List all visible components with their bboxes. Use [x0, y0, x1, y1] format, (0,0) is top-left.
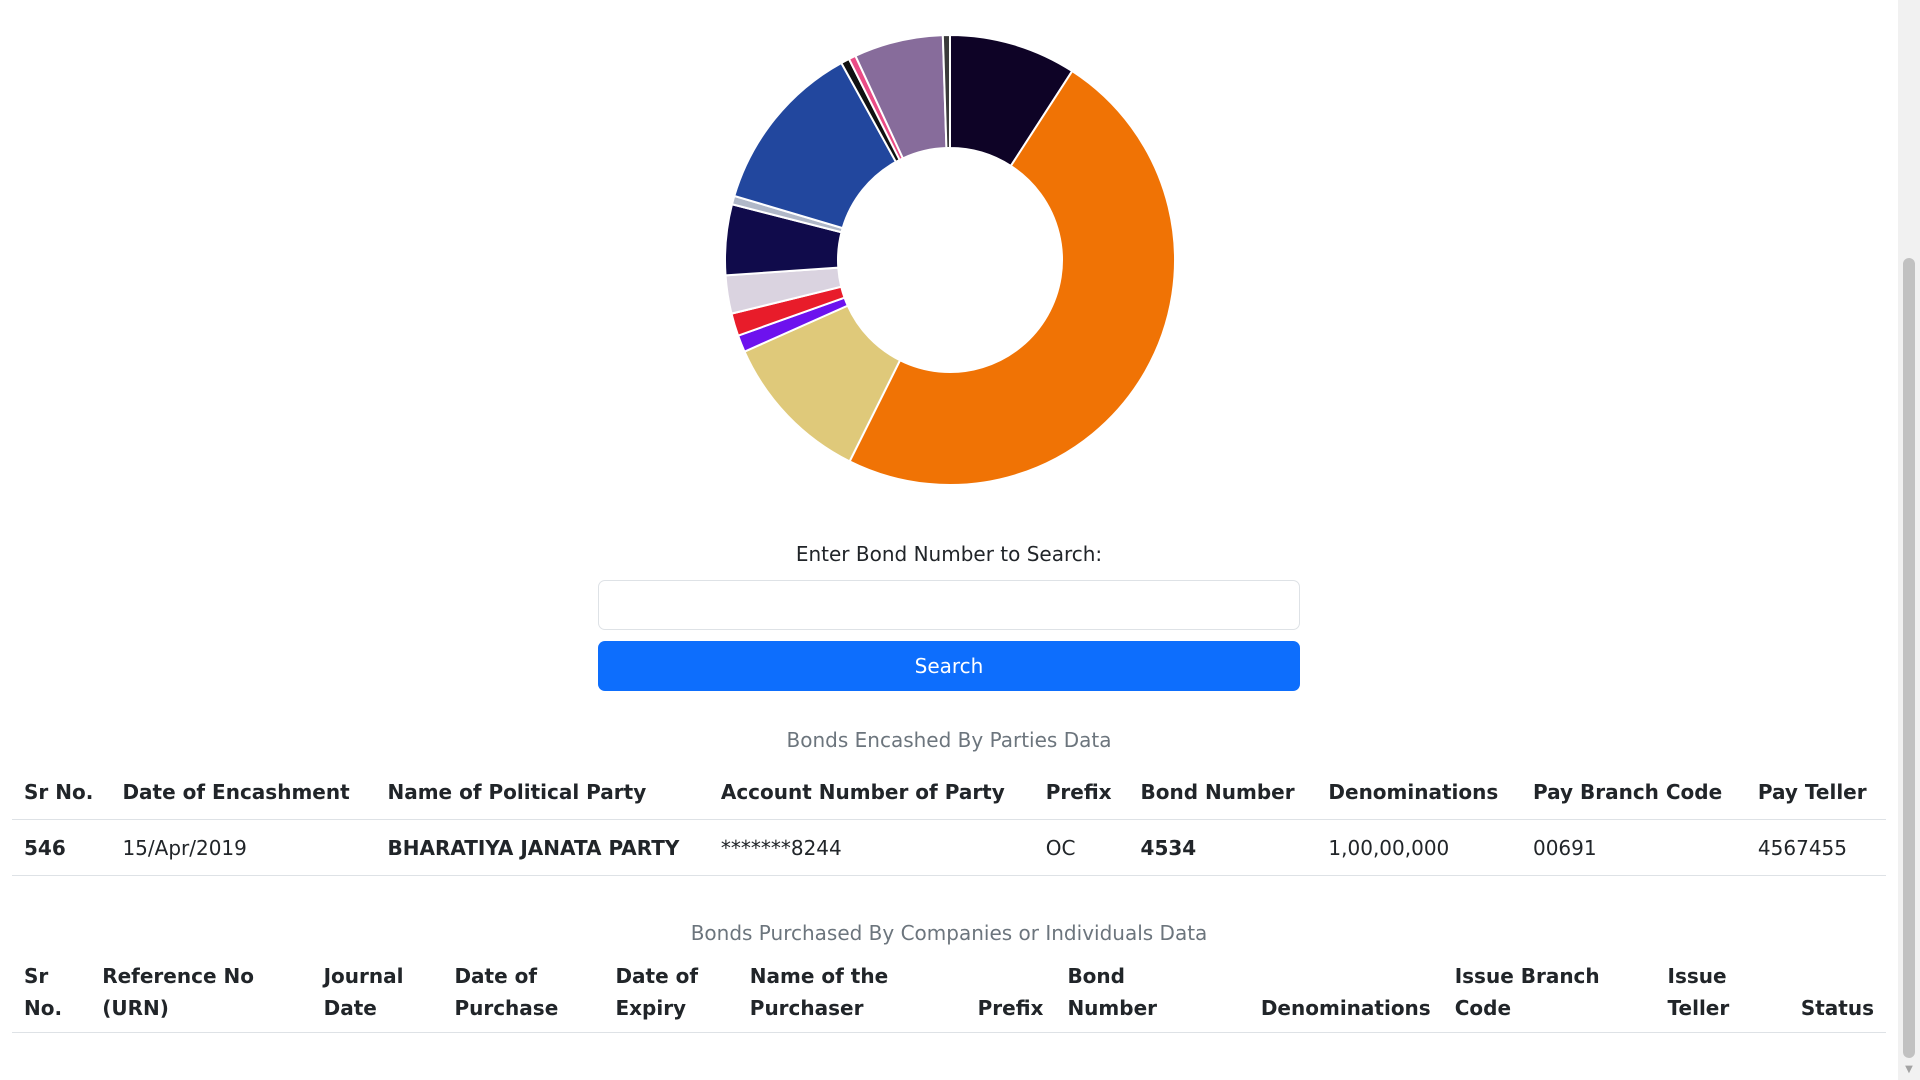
purchased-table-caption: Bonds Purchased By Companies or Individu…	[690, 921, 1208, 945]
header-sr-no: Sr No.	[12, 960, 91, 1033]
purchased-bonds-table: Sr No. Reference No (URN) Journal Date Date…	[12, 960, 1886, 1033]
cell-date-of-encashment: 15/Apr/2019	[110, 819, 376, 876]
encashed-table-caption: Bonds Encashed By Parties Data	[786, 728, 1112, 752]
header-reference-no: Reference No (URN)	[90, 960, 312, 1033]
encashed-header-row: Sr No. Date of Encashment Name of Politi…	[12, 765, 1886, 820]
header-prefix: Prefix	[942, 960, 1056, 1033]
header-pay-teller: Pay Teller	[1745, 765, 1886, 820]
header-issue-teller: Issue Teller	[1655, 960, 1764, 1033]
cell-account-number: *******8244	[708, 819, 1034, 876]
header-bond-number: Bond Number	[1055, 960, 1199, 1033]
header-journal-date: Journal Date	[311, 960, 443, 1033]
page-viewport: Enter Bond Number to Search: Search Bond…	[0, 0, 1898, 1080]
search-button[interactable]: Search	[598, 641, 1300, 691]
table-row: 546 15/Apr/2019 BHARATIYA JANATA PARTY *…	[12, 819, 1886, 876]
vertical-scrollbar[interactable]: ▼	[1898, 0, 1920, 1080]
cell-pay-teller: 4567455	[1745, 819, 1886, 876]
header-denominations: Denominations	[1316, 765, 1521, 820]
cell-prefix: OC	[1033, 819, 1129, 876]
scrollbar-thumb[interactable]	[1903, 258, 1915, 1058]
header-status: Status	[1763, 960, 1886, 1033]
header-issue-branch-code: Issue Branch Code	[1442, 960, 1656, 1033]
cell-political-party: BHARATIYA JANATA PARTY	[375, 819, 709, 876]
encashed-bonds-table: Sr No. Date of Encashment Name of Politi…	[12, 765, 1886, 876]
header-name-of-purchaser: Name of the Purchaser	[737, 960, 943, 1033]
header-account-number: Account Number of Party	[708, 765, 1034, 820]
header-sr-no: Sr No.	[12, 765, 111, 820]
header-date-of-purchase: Date of Purchase	[442, 960, 604, 1033]
cell-denominations: 1,00,00,000	[1316, 819, 1521, 876]
purchased-header-row: Sr No. Reference No (URN) Journal Date Date…	[12, 960, 1886, 1033]
header-date-of-encashment: Date of Encashment	[110, 765, 376, 820]
donut-chart	[670, 0, 1230, 540]
cell-sr-no: 546	[12, 819, 111, 876]
header-pay-branch-code: Pay Branch Code	[1520, 765, 1746, 820]
donut-chart-svg	[724, 33, 1177, 486]
header-denominations: Denominations	[1198, 960, 1443, 1033]
search-label: Enter Bond Number to Search:	[795, 542, 1103, 566]
header-date-of-expiry: Date of Expiry	[603, 960, 738, 1033]
bond-number-search-input[interactable]	[598, 580, 1300, 630]
header-prefix: Prefix	[1033, 765, 1129, 820]
header-name-of-political-party: Name of Political Party	[375, 765, 709, 820]
chevron-down-icon[interactable]: ▼	[1903, 1064, 1915, 1076]
cell-bond-number: 4534	[1128, 819, 1317, 876]
cell-pay-branch-code: 00691	[1520, 819, 1746, 876]
header-bond-number: Bond Number	[1128, 765, 1317, 820]
